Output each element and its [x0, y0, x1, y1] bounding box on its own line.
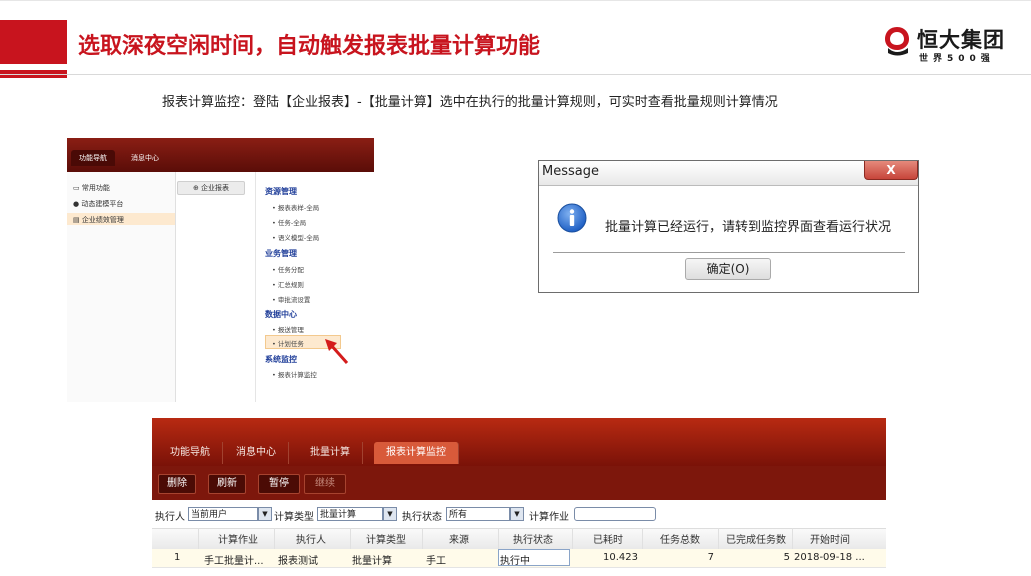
calc-type-label: 计算类型 — [274, 512, 314, 523]
pointer-arrow-icon — [325, 339, 349, 364]
left-menu-label: 企业绩效管理 — [81, 216, 124, 224]
top-border — [0, 0, 1031, 1]
dialog-separator — [553, 252, 905, 253]
dialog-titlebar: Message X — [539, 161, 918, 186]
company-logo: 恒大集团 世界500强 — [884, 24, 1024, 64]
calc-job-label: 计算作业 — [529, 512, 569, 523]
logo-subtext: 世界500强 — [919, 54, 995, 64]
dialog-body: 批量计算已经运行，请转到监控界面查看运行状况 确定(O) — [539, 186, 918, 292]
info-icon — [557, 203, 587, 233]
group-heading-business: 业务管理 — [265, 249, 297, 258]
slide-title: 选取深夜空闲时间，自动触发报表批量计算功能 — [78, 34, 541, 59]
enterprise-report-button[interactable]: ⊕ 企业报表 — [177, 181, 245, 195]
cell-total: 7 — [707, 552, 714, 563]
menu-item-task-assign[interactable]: • 任务分配 — [272, 264, 304, 274]
resume-button[interactable]: 继续 — [304, 474, 346, 494]
menu-item-summary-rule[interactable]: • 汇总规则 — [272, 279, 304, 289]
menu-item-label: 报表计算监控 — [277, 371, 317, 379]
menu-item-calc-monitor[interactable]: • 报表计算监控 — [272, 369, 317, 379]
refresh-button[interactable]: 刷新 — [208, 474, 246, 494]
navigation-screenshot: 功能导航 消息中心 ▭ 常用功能 ● 动态建模平台 ▤ 企业绩效管理 ⊕ 企业报… — [67, 138, 374, 402]
nav-divider — [255, 172, 256, 402]
left-menu-item-common[interactable]: ▭ 常用功能 — [73, 183, 110, 193]
ok-button[interactable]: 确定(O) — [685, 258, 771, 280]
menu-item-semantic-model[interactable]: • 语义模型-全局 — [272, 232, 319, 242]
column-header-status[interactable]: 执行状态 — [513, 531, 553, 546]
pause-button[interactable]: 暂停 — [258, 474, 300, 494]
dialog-message: 批量计算已经运行，请转到监控界面查看运行状况 — [605, 220, 892, 235]
menu-item-task[interactable]: • 任务-全局 — [272, 217, 306, 227]
menu-item-approval-flow[interactable]: • 审批流设置 — [272, 294, 310, 304]
chevron-down-icon[interactable]: ▼ — [258, 507, 272, 521]
chevron-down-icon[interactable]: ▼ — [510, 507, 524, 521]
executor-label: 执行人 — [155, 512, 185, 523]
logo-mark-icon — [885, 27, 909, 56]
column-header-executor[interactable]: 执行人 — [296, 531, 326, 546]
menu-item-label: 任务-全局 — [277, 219, 307, 227]
column-header-type[interactable]: 计算类型 — [366, 531, 406, 546]
header-divider — [0, 74, 1031, 75]
status-label: 执行状态 — [402, 512, 442, 523]
tab-message-center[interactable]: 消息中心 — [224, 442, 289, 464]
dialog-title: Message — [542, 164, 599, 179]
executor-select[interactable]: 当前用户 — [188, 507, 258, 521]
tab-calc-monitor[interactable]: 报表计算监控 — [374, 442, 459, 464]
cell-job: 手工批量计... — [204, 556, 264, 567]
menu-item-label: 审批流设置 — [277, 296, 311, 304]
left-menu-label: 动态建模平台 — [81, 200, 124, 208]
column-header-job[interactable]: 计算作业 — [218, 531, 258, 546]
menu-item-report-submit[interactable]: • 报送管理 — [272, 324, 304, 334]
message-dialog: Message X 批量计算已经运行，请转到监控界面查看运行状况 确定(O) — [538, 160, 919, 293]
left-menu-item-modeling[interactable]: ● 动态建模平台 — [73, 199, 123, 209]
delete-button[interactable]: 删除 — [158, 474, 196, 494]
cell-start: 2018-09-18 ... — [794, 552, 865, 563]
description-text: 报表计算监控：登陆【企业报表】-【批量计算】选中在执行的批量计算规则，可实时查看… — [162, 95, 778, 110]
menu-item-label: 任务分配 — [277, 266, 304, 274]
tab-function-nav[interactable]: 功能导航 — [158, 442, 223, 464]
cell-type: 批量计算 — [352, 556, 392, 567]
module-button-label: 企业报表 — [201, 184, 230, 192]
monitor-screenshot: 功能导航 消息中心 批量计算 报表计算监控 删除 刷新 暂停 继续 执行人 当前… — [152, 418, 886, 576]
dialog-close-button[interactable]: X — [864, 161, 918, 180]
cell-source: 手工 — [426, 556, 446, 567]
group-heading-data-center: 数据中心 — [265, 310, 297, 319]
calc-job-input[interactable] — [574, 507, 656, 521]
menu-item-report-template[interactable]: • 报表表样-全局 — [272, 202, 319, 212]
column-header-total[interactable]: 任务总数 — [660, 531, 700, 546]
chevron-down-icon[interactable]: ▼ — [383, 507, 397, 521]
left-menu-item-performance[interactable]: ▤ 企业绩效管理 — [73, 215, 124, 225]
column-header-done[interactable]: 已完成任务数 — [726, 531, 786, 546]
menu-item-label: 汇总规则 — [277, 281, 304, 289]
column-header-elapsed[interactable]: 已耗时 — [593, 531, 623, 546]
column-header-source[interactable]: 来源 — [449, 531, 469, 546]
menu-item-label: 报送管理 — [277, 326, 304, 334]
cell-done: 5 — [783, 552, 790, 563]
cell-status: 执行中 — [500, 556, 530, 567]
group-heading-monitor: 系统监控 — [265, 355, 297, 364]
menu-item-label: 计划任务 — [277, 340, 304, 348]
cell-elapsed: 10.423 — [603, 552, 638, 563]
tab-function-nav[interactable]: 功能导航 — [71, 150, 115, 166]
row-index: 1 — [174, 552, 181, 563]
calc-type-select[interactable]: 批量计算 — [317, 507, 383, 521]
cell-executor: 报表测试 — [278, 556, 318, 567]
menu-item-label: 语义模型-全局 — [277, 234, 320, 242]
menu-item-label: 报表表样-全局 — [277, 204, 320, 212]
tab-message-center[interactable]: 消息中心 — [123, 150, 167, 166]
column-header-start[interactable]: 开始时间 — [810, 531, 850, 546]
logo-text: 恒大集团 — [917, 28, 1005, 52]
menu-item-planned-task[interactable]: • 计划任务 — [272, 338, 304, 348]
group-heading-resource: 资源管理 — [265, 187, 297, 196]
status-select[interactable]: 所有 — [446, 507, 510, 521]
title-accent-bar — [0, 20, 67, 64]
left-menu-label: 常用功能 — [81, 184, 110, 192]
tab-batch-calc[interactable]: 批量计算 — [298, 442, 363, 464]
